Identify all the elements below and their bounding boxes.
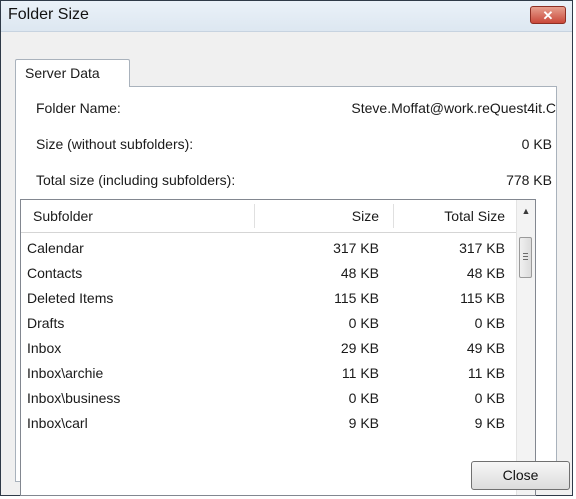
subfolder-size: 317 KB	[333, 240, 379, 256]
folder-name-row: Folder Name: Steve.Moffat@work.reQuest4i…	[16, 100, 556, 120]
subfolder-name: Inbox\business	[27, 390, 121, 406]
thumb-grip-line	[523, 253, 528, 254]
subfolder-total-size: 11 KB	[467, 365, 505, 381]
table-row[interactable]: Calendar 317 KB 317 KB	[21, 238, 518, 263]
folder-name-label: Folder Name:	[36, 100, 121, 116]
subfolder-name: Calendar	[27, 240, 84, 256]
table-row[interactable]: Inbox\carl 9 KB 9 KB	[21, 413, 518, 438]
size-row: Size (without subfolders): 0 KB	[16, 136, 556, 156]
total-size-label: Total size (including subfolders):	[36, 172, 236, 188]
subfolder-size: 115 KB	[334, 290, 379, 306]
subfolder-total-size: 49 KB	[466, 340, 505, 356]
table-row[interactable]: Inbox 29 KB 49 KB	[21, 338, 518, 363]
column-separator[interactable]	[393, 204, 394, 228]
column-header-size[interactable]: Size	[352, 200, 379, 232]
subfolder-total-size: 115 KB	[460, 290, 505, 306]
subfolder-name: Contacts	[27, 265, 83, 281]
subfolder-size: 11 KB	[341, 365, 379, 381]
subfolder-name: Inbox	[27, 340, 62, 356]
subfolder-name: Deleted Items	[27, 290, 114, 306]
table-row[interactable]: Deleted Items 115 KB 115 KB	[21, 288, 518, 313]
table-row[interactable]: Inbox\archie 11 KB 11 KB	[21, 363, 518, 388]
vertical-scrollbar[interactable]: ▲ ▼	[516, 200, 535, 495]
size-value: 0 KB	[521, 136, 552, 152]
scroll-up-icon[interactable]: ▲	[517, 203, 535, 220]
subfolder-list[interactable]: Subfolder Size Total Size Calendar 317 K…	[20, 199, 536, 496]
subfolder-total-size: 0 KB	[474, 390, 505, 406]
window-title: Folder Size	[8, 6, 89, 23]
subfolder-size: 0 KB	[348, 390, 379, 406]
table-row[interactable]: Inbox\business 0 KB 0 KB	[21, 388, 518, 413]
subfolder-size: 0 KB	[348, 315, 379, 331]
list-rows: Calendar 317 KB 317 KB Contacts 48 KB 48…	[21, 238, 518, 438]
subfolder-name: Drafts	[27, 315, 65, 331]
subfolder-size: 29 KB	[340, 340, 379, 356]
subfolder-name: Inbox\carl	[27, 415, 88, 431]
column-header-total-size[interactable]: Total Size	[444, 200, 505, 232]
size-label: Size (without subfolders):	[36, 136, 194, 152]
subfolder-total-size: 9 KB	[474, 415, 505, 431]
total-size-value: 778 KB	[506, 172, 552, 188]
folder-name-value: Steve.Moffat@work.reQuest4it.C	[351, 100, 556, 116]
total-size-row: Total size (including subfolders): 778 K…	[16, 172, 556, 192]
scroll-thumb[interactable]	[519, 237, 532, 278]
thumb-grip-line	[523, 259, 528, 260]
tab-server-data[interactable]: Server Data	[15, 59, 130, 87]
subfolder-size: 9 KB	[348, 415, 379, 431]
column-separator[interactable]	[254, 204, 255, 228]
subfolder-total-size: 0 KB	[474, 315, 505, 331]
subfolder-total-size: 48 KB	[466, 265, 505, 281]
column-header-subfolder[interactable]: Subfolder	[33, 200, 93, 232]
list-header: Subfolder Size Total Size	[21, 200, 518, 233]
thumb-grip-line	[523, 256, 528, 257]
table-row[interactable]: Drafts 0 KB 0 KB	[21, 313, 518, 338]
window-close-button[interactable]: ✕	[530, 6, 566, 24]
subfolder-name: Inbox\archie	[27, 365, 104, 381]
title-bar[interactable]: Folder Size ✕	[1, 1, 572, 32]
subfolder-size: 48 KB	[340, 265, 379, 281]
close-button[interactable]: Close	[471, 461, 570, 490]
table-row[interactable]: Contacts 48 KB 48 KB	[21, 263, 518, 288]
folder-size-dialog: Folder Size ✕ Server Data Folder Name: S…	[0, 0, 573, 496]
subfolder-total-size: 317 KB	[459, 240, 505, 256]
